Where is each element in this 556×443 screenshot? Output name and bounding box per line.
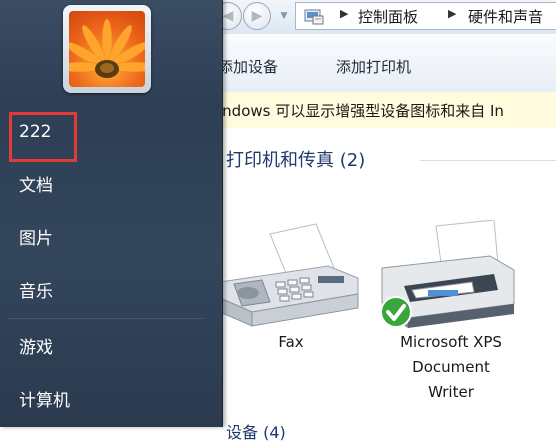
back-arrow-icon: ◀ bbox=[222, 8, 234, 24]
info-bar-message: indows 可以显示增强型设备图标和来自 In bbox=[218, 102, 504, 120]
highlight-annotation-box bbox=[9, 112, 77, 162]
chevron-down-icon: ▼ bbox=[280, 11, 288, 21]
start-menu-pictures[interactable]: 图片 bbox=[0, 219, 206, 259]
breadcrumb-control-panel[interactable]: 控制面板 bbox=[358, 6, 418, 27]
recent-pages-dropdown[interactable]: ▼ bbox=[277, 6, 291, 26]
add-device-button[interactable]: 添加设备 bbox=[218, 56, 278, 77]
forward-arrow-icon: ▶ bbox=[251, 8, 263, 24]
start-menu-music[interactable]: 音乐 bbox=[0, 272, 206, 312]
fax-machine-icon[interactable] bbox=[218, 220, 360, 328]
start-menu-right-pane: 222 文档 图片 音乐 游戏 计算机 bbox=[0, 0, 223, 427]
add-printer-button[interactable]: 添加打印机 bbox=[336, 56, 411, 77]
device-label-fax[interactable]: Fax bbox=[255, 330, 327, 355]
start-menu-separator bbox=[8, 318, 204, 319]
control-panel-icon bbox=[304, 9, 324, 25]
breadcrumb[interactable]: ▶ 控制面板 ▶ 硬件和声音 bbox=[295, 2, 556, 30]
default-printer-check-icon bbox=[380, 296, 412, 328]
start-menu-computer[interactable]: 计算机 bbox=[0, 381, 206, 421]
start-menu-games[interactable]: 游戏 bbox=[0, 328, 206, 368]
start-menu-documents[interactable]: 文档 bbox=[0, 166, 206, 206]
user-picture-frame[interactable] bbox=[63, 5, 151, 93]
group-header-devices[interactable]: 设备 (4) bbox=[226, 419, 286, 443]
breadcrumb-separator-icon[interactable]: ▶ bbox=[448, 7, 456, 20]
group-header-printers-faxes[interactable]: 打印机和传真 (2) bbox=[226, 146, 365, 172]
group-divider bbox=[420, 160, 556, 161]
breadcrumb-hardware-and-sound[interactable]: 硬件和声音 bbox=[468, 6, 543, 27]
device-label-xps-writer[interactable]: Microsoft XPS Document Writer bbox=[384, 330, 518, 405]
breadcrumb-separator-icon[interactable]: ▶ bbox=[340, 7, 348, 20]
flower-user-picture bbox=[69, 11, 145, 87]
forward-button[interactable]: ▶ bbox=[243, 2, 271, 30]
